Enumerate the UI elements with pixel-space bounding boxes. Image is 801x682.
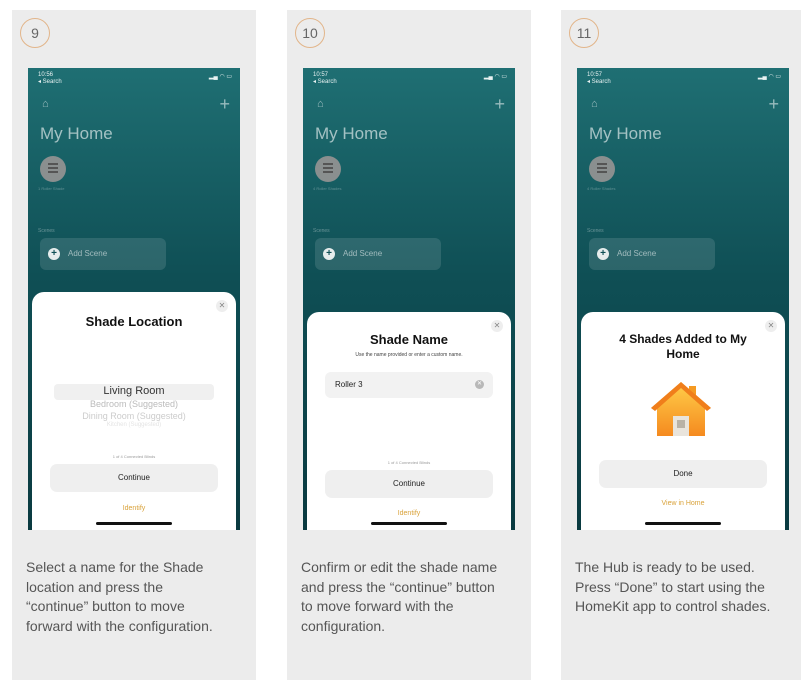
step-panel-11: 11 10:57 ◂ Search ▂▄ ◠ ▭ ⌂ + My Home 4 R… bbox=[561, 10, 801, 680]
continue-button[interactable]: Continue bbox=[325, 470, 493, 498]
close-icon[interactable]: ✕ bbox=[765, 320, 777, 332]
back-to-search-link[interactable]: ◂ Search bbox=[313, 79, 337, 86]
house-icon[interactable]: ⌂ bbox=[591, 98, 598, 110]
identify-link[interactable]: Identify bbox=[307, 510, 511, 517]
add-scene-button[interactable]: + Add Scene bbox=[315, 238, 441, 270]
back-to-search-link[interactable]: ◂ Search bbox=[587, 79, 611, 86]
status-time: 10:56 bbox=[38, 72, 54, 78]
sheet-title: Shade Location bbox=[85, 314, 183, 329]
picker-option-living-room[interactable]: Living Room bbox=[32, 385, 236, 397]
scenes-label: Scenes bbox=[587, 228, 604, 234]
step-number: 9 bbox=[20, 18, 50, 48]
add-scene-label: Add Scene bbox=[68, 249, 108, 258]
picker-option-kitchen[interactable]: Kitchen (Suggested) bbox=[32, 422, 236, 428]
status-bar: 10:56 ◂ Search bbox=[38, 72, 62, 86]
signal-wifi-battery-icon: ▂▄ ◠ ▭ bbox=[208, 74, 232, 80]
home-indicator bbox=[371, 522, 447, 525]
connected-blinds-count: 1 of 4 Connected Blinds bbox=[112, 454, 156, 459]
house-icon[interactable]: ⌂ bbox=[317, 98, 324, 110]
shade-accessory-tile[interactable] bbox=[315, 156, 341, 182]
step-number: 10 bbox=[295, 18, 325, 48]
plus-icon[interactable]: + bbox=[768, 94, 779, 115]
accessory-label: 1 Roller Shade bbox=[38, 186, 65, 191]
phone-screenshot: 10:57 ◂ Search ▂▄ ◠ ▭ ⌂ + My Home 4 Roll… bbox=[577, 68, 789, 530]
clear-field-icon[interactable]: ✕ bbox=[475, 380, 484, 389]
home-indicator bbox=[96, 522, 172, 525]
step-panel-9: 9 10:56 ◂ Search ▂▄ ◠ ▭ ⌂ + My Home 1 Ro… bbox=[12, 10, 256, 680]
done-button[interactable]: Done bbox=[599, 460, 767, 488]
scenes-label: Scenes bbox=[38, 228, 55, 234]
back-to-search-link[interactable]: ◂ Search bbox=[38, 79, 62, 86]
plus-circle-icon: + bbox=[323, 248, 335, 260]
step-description: The Hub is ready to be used. Press “Done… bbox=[575, 559, 771, 614]
plus-icon[interactable]: + bbox=[219, 94, 230, 115]
home-title: My Home bbox=[589, 124, 662, 143]
add-scene-button[interactable]: + Add Scene bbox=[40, 238, 166, 270]
status-time: 10:57 bbox=[313, 72, 329, 78]
plus-icon[interactable]: + bbox=[494, 94, 505, 115]
phone-screenshot: 10:57 ◂ Search ▂▄ ◠ ▭ ⌂ + My Home 4 Roll… bbox=[303, 68, 515, 530]
step-number: 11 bbox=[569, 18, 599, 48]
shade-accessory-tile[interactable] bbox=[589, 156, 615, 182]
accessory-label: 4 Roller Shades bbox=[313, 186, 342, 191]
continue-button[interactable]: Continue bbox=[50, 464, 218, 492]
home-app-house-icon bbox=[651, 382, 711, 436]
house-icon[interactable]: ⌂ bbox=[42, 98, 49, 110]
view-in-home-link[interactable]: View in Home bbox=[581, 500, 785, 507]
close-icon[interactable]: ✕ bbox=[491, 320, 503, 332]
picker-option-bedroom[interactable]: Bedroom (Suggested) bbox=[32, 399, 236, 409]
plus-circle-icon: + bbox=[597, 248, 609, 260]
shade-accessory-tile[interactable] bbox=[40, 156, 66, 182]
step-description: Select a name for the Shade location and… bbox=[26, 559, 213, 634]
shade-location-sheet: ✕ Shade Location Living Room Bedroom (Su… bbox=[32, 292, 236, 530]
status-bar: 10:57 ◂ Search bbox=[587, 72, 611, 86]
shades-added-sheet: ✕ 4 Shades Added to My Home Done View in… bbox=[581, 312, 785, 530]
scenes-label: Scenes bbox=[313, 228, 330, 234]
sheet-subtitle: Use the name provided or enter a custom … bbox=[355, 352, 463, 358]
add-scene-button[interactable]: + Add Scene bbox=[589, 238, 715, 270]
accessory-label: 4 Roller Shades bbox=[587, 186, 616, 191]
close-icon[interactable]: ✕ bbox=[216, 300, 228, 312]
home-title: My Home bbox=[315, 124, 388, 143]
status-bar: 10:57 ◂ Search bbox=[313, 72, 337, 86]
add-scene-label: Add Scene bbox=[343, 249, 383, 258]
phone-screenshot: 10:56 ◂ Search ▂▄ ◠ ▭ ⌂ + My Home 1 Roll… bbox=[28, 68, 240, 530]
sheet-title: 4 Shades Added to My Home bbox=[619, 332, 747, 361]
add-scene-label: Add Scene bbox=[617, 249, 657, 258]
sheet-title: Shade Name bbox=[369, 332, 449, 347]
picker-option-dining-room[interactable]: Dining Room (Suggested) bbox=[32, 411, 236, 421]
signal-wifi-battery-icon: ▂▄ ◠ ▭ bbox=[483, 74, 507, 80]
status-time: 10:57 bbox=[587, 72, 603, 78]
plus-circle-icon: + bbox=[48, 248, 60, 260]
step-description: Confirm or edit the shade name and press… bbox=[301, 559, 498, 634]
shade-name-value: Roller 3 bbox=[335, 380, 363, 389]
signal-wifi-battery-icon: ▂▄ ◠ ▭ bbox=[757, 74, 781, 80]
shade-name-sheet: ✕ Shade Name Use the name provided or en… bbox=[307, 312, 511, 530]
home-indicator bbox=[645, 522, 721, 525]
connected-blinds-count: 1 of 4 Connected Blinds bbox=[387, 460, 431, 465]
home-title: My Home bbox=[40, 124, 113, 143]
step-panel-10: 10 10:57 ◂ Search ▂▄ ◠ ▭ ⌂ + My Home 4 R… bbox=[287, 10, 531, 680]
identify-link[interactable]: Identify bbox=[32, 505, 236, 512]
shade-name-field[interactable]: Roller 3 ✕ bbox=[325, 372, 493, 398]
